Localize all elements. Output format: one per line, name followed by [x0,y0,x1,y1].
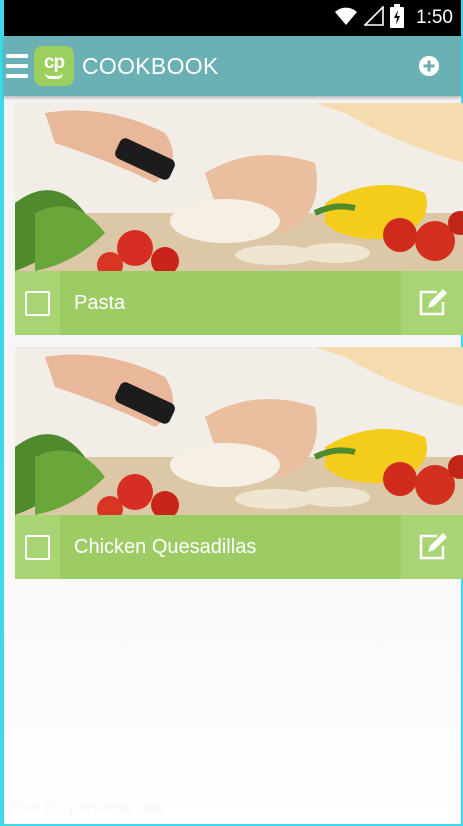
recipe-image [15,347,463,515]
app-logo: cp [34,46,74,86]
edit-icon [419,533,447,560]
recipe-select[interactable] [15,515,60,579]
logo-text: cp [43,52,65,73]
app-bar: cp COOKBOOK [4,36,461,96]
edit-recipe-button[interactable] [401,271,463,335]
battery-icon [390,3,405,33]
recipe-footer: Chicken Quesadillas [15,515,463,579]
menu-icon[interactable] [6,51,28,81]
recipe-card[interactable]: Pasta [15,103,463,335]
status-bar: 1:50 [4,0,461,36]
recipe-checkbox[interactable] [25,290,50,316]
signal-icon [363,4,384,31]
watermark-text: free for personal use [10,798,166,817]
add-recipe-button[interactable] [419,56,439,76]
wifi-icon [334,6,358,31]
recipe-list: Pasta Chicken Quesadillas [15,103,463,591]
recipe-name[interactable]: Pasta [60,271,401,335]
recipe-card[interactable]: Chicken Quesadillas [15,347,463,579]
recipe-footer: Pasta [15,271,463,335]
recipe-name[interactable]: Chicken Quesadillas [60,515,401,579]
app-frame: 1:50 cp COOKBOOK Pasta Chicken Quesadill… [0,0,463,826]
edit-icon [419,289,447,316]
app-title: COOKBOOK [82,52,219,79]
status-time: 1:50 [416,7,453,28]
recipe-select[interactable] [15,271,60,335]
add-circle-icon [419,56,439,76]
recipe-checkbox[interactable] [25,534,50,560]
edit-recipe-button[interactable] [401,515,463,579]
recipe-image [15,103,463,271]
